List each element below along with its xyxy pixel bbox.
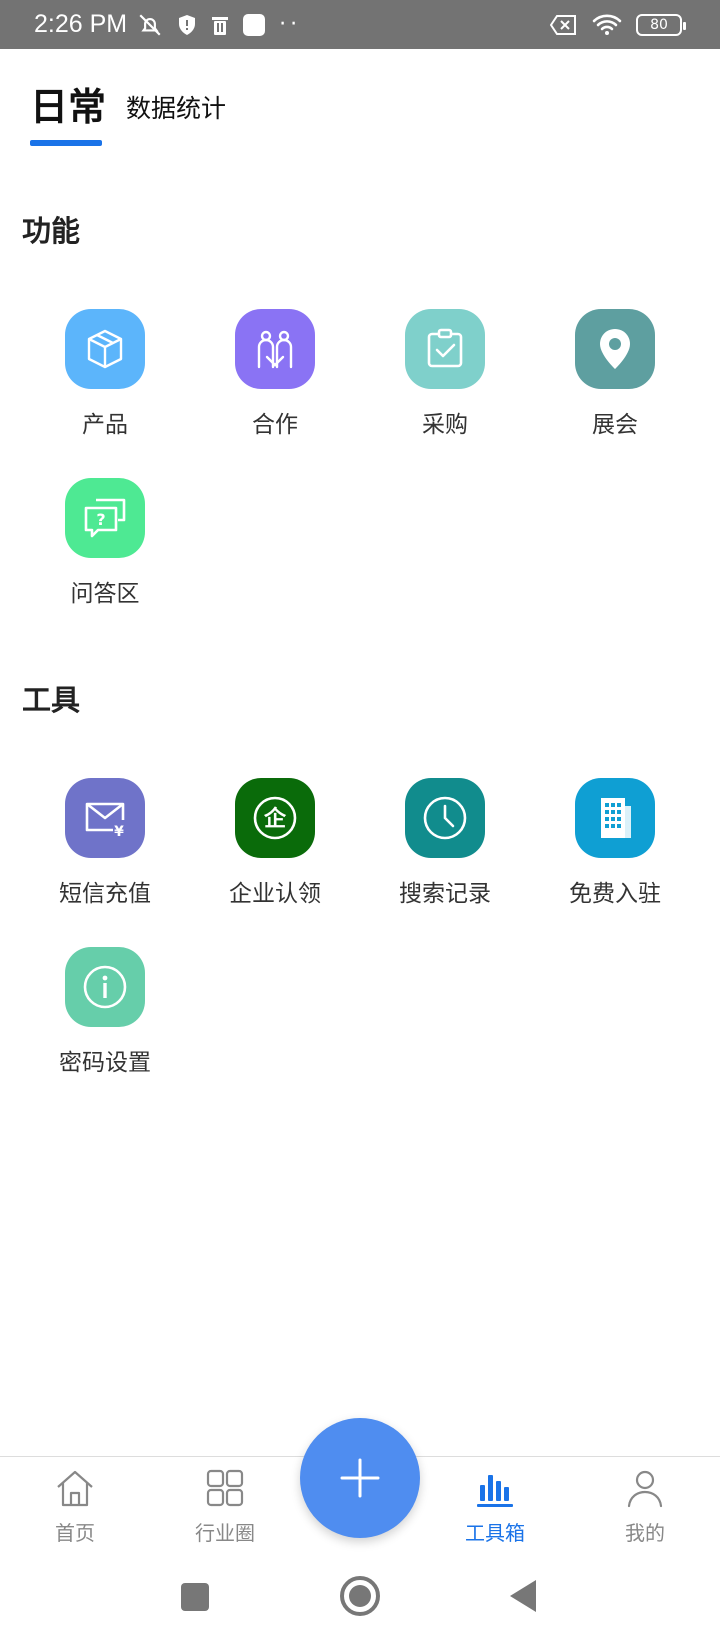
battery-indicator: 80	[636, 13, 686, 36]
function-label: 产品	[82, 412, 128, 438]
clipboard-check-icon	[405, 309, 485, 389]
recent-apps-button[interactable]	[181, 1583, 209, 1611]
svg-text:?: ?	[96, 510, 105, 529]
app-square-icon	[243, 13, 266, 36]
status-bar: 2:26 PM ·· 80	[0, 0, 720, 49]
section-title-functions: 功能	[22, 214, 81, 248]
top-tabs: 日常 数据统计	[30, 76, 226, 146]
home-icon	[57, 1470, 93, 1507]
clock-icon	[405, 778, 485, 858]
nav-label-industry: 行业圈	[195, 1521, 255, 1545]
mail-yen-icon: ¥	[65, 778, 145, 858]
tab-statistics[interactable]: 数据统计	[126, 89, 226, 131]
nav-item-industry[interactable]: 行业圈	[170, 1467, 280, 1546]
user-icon	[627, 1470, 663, 1508]
nav-item-home[interactable]: 首页	[20, 1467, 130, 1546]
function-item-qa[interactable]: ? 问答区	[20, 478, 190, 608]
function-item-purchase[interactable]: 采购	[360, 309, 530, 439]
nav-label-home: 首页	[55, 1521, 95, 1545]
shield-icon	[179, 14, 196, 35]
box-icon	[65, 309, 145, 389]
system-nav-bar	[0, 1566, 720, 1650]
home-button-dot	[349, 1585, 371, 1607]
function-item-product[interactable]: 产品	[20, 309, 190, 439]
tool-label: 免费入驻	[569, 881, 661, 907]
location-pin-icon	[575, 309, 655, 389]
function-label: 采购	[422, 412, 468, 438]
function-item-cooperation[interactable]: 合作	[190, 309, 360, 439]
more-dots-icon: ··	[279, 12, 302, 37]
home-button[interactable]	[340, 1576, 380, 1616]
tab-daily[interactable]: 日常	[30, 85, 106, 129]
chat-question-icon: ?	[65, 478, 145, 558]
partners-icon	[235, 309, 315, 389]
bar-chart-icon	[477, 1475, 513, 1507]
svg-text:¥: ¥	[114, 824, 124, 838]
tool-item-enterprise-claim[interactable]: 企 企业认领	[190, 778, 360, 908]
battery-level: 80	[650, 16, 668, 33]
tab-underline	[30, 140, 102, 146]
section-title-tools: 工具	[22, 683, 81, 717]
sim-off-icon	[550, 14, 576, 35]
nav-label-toolbox: 工具箱	[465, 1521, 525, 1545]
bell-off-icon	[139, 13, 161, 36]
enterprise-seal-icon: 企	[235, 778, 315, 858]
nav-label-mine: 我的	[625, 1521, 665, 1545]
back-button[interactable]	[508, 1578, 538, 1614]
building-icon	[575, 778, 655, 858]
tool-label: 密码设置	[59, 1050, 151, 1076]
function-item-exhibition[interactable]: 展会	[530, 309, 700, 439]
svg-text:企: 企	[263, 806, 287, 832]
grid-icon	[206, 1469, 244, 1507]
tool-item-search-history[interactable]: 搜索记录	[360, 778, 530, 908]
tool-label: 搜索记录	[399, 881, 491, 907]
status-icons-right: 80	[550, 0, 686, 49]
trash-icon	[212, 16, 229, 35]
function-label: 问答区	[70, 581, 140, 607]
function-label: 合作	[252, 412, 298, 438]
info-icon	[65, 947, 145, 1027]
function-label: 展会	[592, 412, 638, 438]
tool-item-password-settings[interactable]: 密码设置	[20, 947, 190, 1077]
plus-icon	[340, 1458, 380, 1498]
wifi-icon	[592, 14, 622, 35]
tool-item-free-join[interactable]: 免费入驻	[530, 778, 700, 908]
add-button[interactable]	[300, 1418, 420, 1538]
tool-label: 企业认领	[229, 881, 321, 907]
status-icons-left: ··	[137, 12, 301, 38]
tool-label: 短信充值	[59, 881, 151, 907]
nav-item-toolbox[interactable]: 工具箱	[440, 1467, 550, 1546]
nav-item-mine[interactable]: 我的	[590, 1467, 700, 1546]
tool-item-sms-recharge[interactable]: ¥ 短信充值	[20, 778, 190, 908]
status-time: 2:26 PM	[34, 10, 128, 38]
